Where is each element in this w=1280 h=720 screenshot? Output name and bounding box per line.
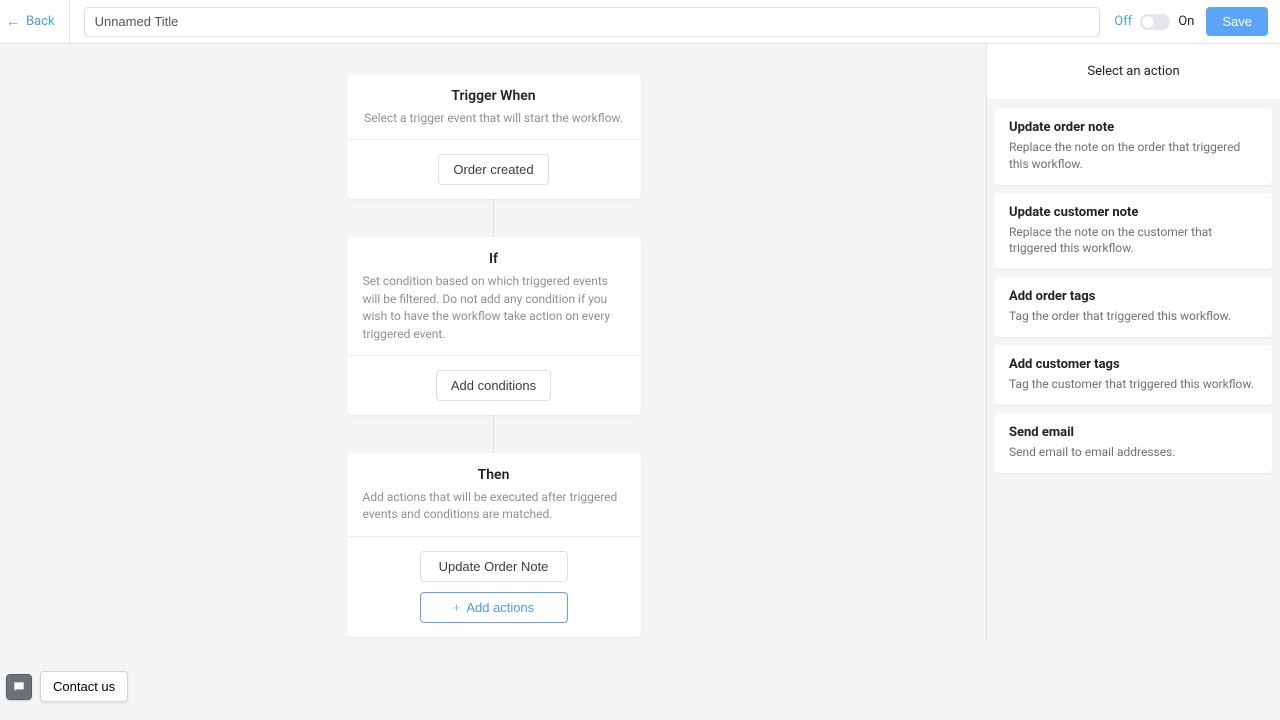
then-title: Then bbox=[363, 467, 625, 483]
action-option-title: Add customer tags bbox=[1009, 357, 1258, 372]
trigger-desc: Select a trigger event that will start t… bbox=[363, 110, 625, 127]
enable-toggle[interactable] bbox=[1140, 14, 1170, 30]
trigger-event-button[interactable]: Order created bbox=[438, 154, 548, 185]
action-option-add-customer-tags[interactable]: Add customer tags Tag the customer that … bbox=[995, 345, 1272, 405]
connector-line bbox=[493, 199, 494, 237]
workflow-canvas: Trigger When Select a trigger event that… bbox=[0, 44, 987, 720]
connector-line bbox=[493, 415, 494, 453]
sidebar-list: Update order note Replace the note on th… bbox=[987, 100, 1280, 720]
workflow-title-input[interactable] bbox=[84, 7, 1101, 37]
add-actions-label: Add actions bbox=[466, 600, 534, 615]
add-actions-button[interactable]: + Add actions bbox=[420, 592, 568, 623]
trigger-title: Trigger When bbox=[363, 88, 625, 104]
sidebar-heading: Select an action bbox=[987, 44, 1280, 100]
action-option-desc: Replace the note on the customer that tr… bbox=[1009, 224, 1258, 258]
action-option-desc: Replace the note on the order that trigg… bbox=[1009, 139, 1258, 173]
action-option-desc: Tag the order that triggered this workfl… bbox=[1009, 308, 1258, 325]
condition-desc: Set condition based on which triggered e… bbox=[363, 273, 625, 343]
action-option-title: Send email bbox=[1009, 425, 1258, 440]
condition-title: If bbox=[363, 251, 625, 267]
plus-icon: + bbox=[453, 600, 461, 615]
chat-dock: Contact us bbox=[6, 671, 128, 702]
action-option-update-customer-note[interactable]: Update customer note Replace the note on… bbox=[995, 193, 1272, 270]
add-conditions-button[interactable]: Add conditions bbox=[436, 370, 551, 401]
action-option-title: Update order note bbox=[1009, 120, 1258, 135]
toggle-off-label: Off bbox=[1114, 14, 1132, 29]
action-option-update-order-note[interactable]: Update order note Replace the note on th… bbox=[995, 108, 1272, 185]
action-option-desc: Send email to email addresses. bbox=[1009, 444, 1258, 461]
action-update-order-note-button[interactable]: Update Order Note bbox=[420, 551, 568, 582]
save-button[interactable]: Save bbox=[1206, 7, 1268, 36]
action-option-title: Add order tags bbox=[1009, 289, 1258, 304]
chat-icon bbox=[12, 680, 26, 694]
toggle-on-label: On bbox=[1178, 14, 1194, 29]
action-option-desc: Tag the customer that triggered this wor… bbox=[1009, 376, 1258, 393]
back-label: Back bbox=[26, 14, 55, 29]
action-option-send-email[interactable]: Send email Send email to email addresses… bbox=[995, 413, 1272, 473]
contact-us-button[interactable]: Contact us bbox=[40, 671, 128, 702]
chat-icon-button[interactable] bbox=[6, 674, 32, 700]
action-option-add-order-tags[interactable]: Add order tags Tag the order that trigge… bbox=[995, 277, 1272, 337]
action-option-title: Update customer note bbox=[1009, 205, 1258, 220]
then-desc: Add actions that will be executed after … bbox=[363, 489, 625, 524]
enable-toggle-group: Off On bbox=[1114, 14, 1194, 30]
arrow-left-icon: ← bbox=[6, 13, 20, 30]
condition-card: If Set condition based on which triggere… bbox=[347, 237, 641, 415]
then-card: Then Add actions that will be executed a… bbox=[347, 453, 641, 637]
action-sidebar: Select an action Update order note Repla… bbox=[987, 44, 1280, 720]
back-button[interactable]: ← Back bbox=[0, 0, 70, 43]
top-bar: ← Back Off On Save bbox=[0, 0, 1280, 44]
trigger-card: Trigger When Select a trigger event that… bbox=[347, 74, 641, 199]
toggle-knob bbox=[1142, 16, 1154, 28]
